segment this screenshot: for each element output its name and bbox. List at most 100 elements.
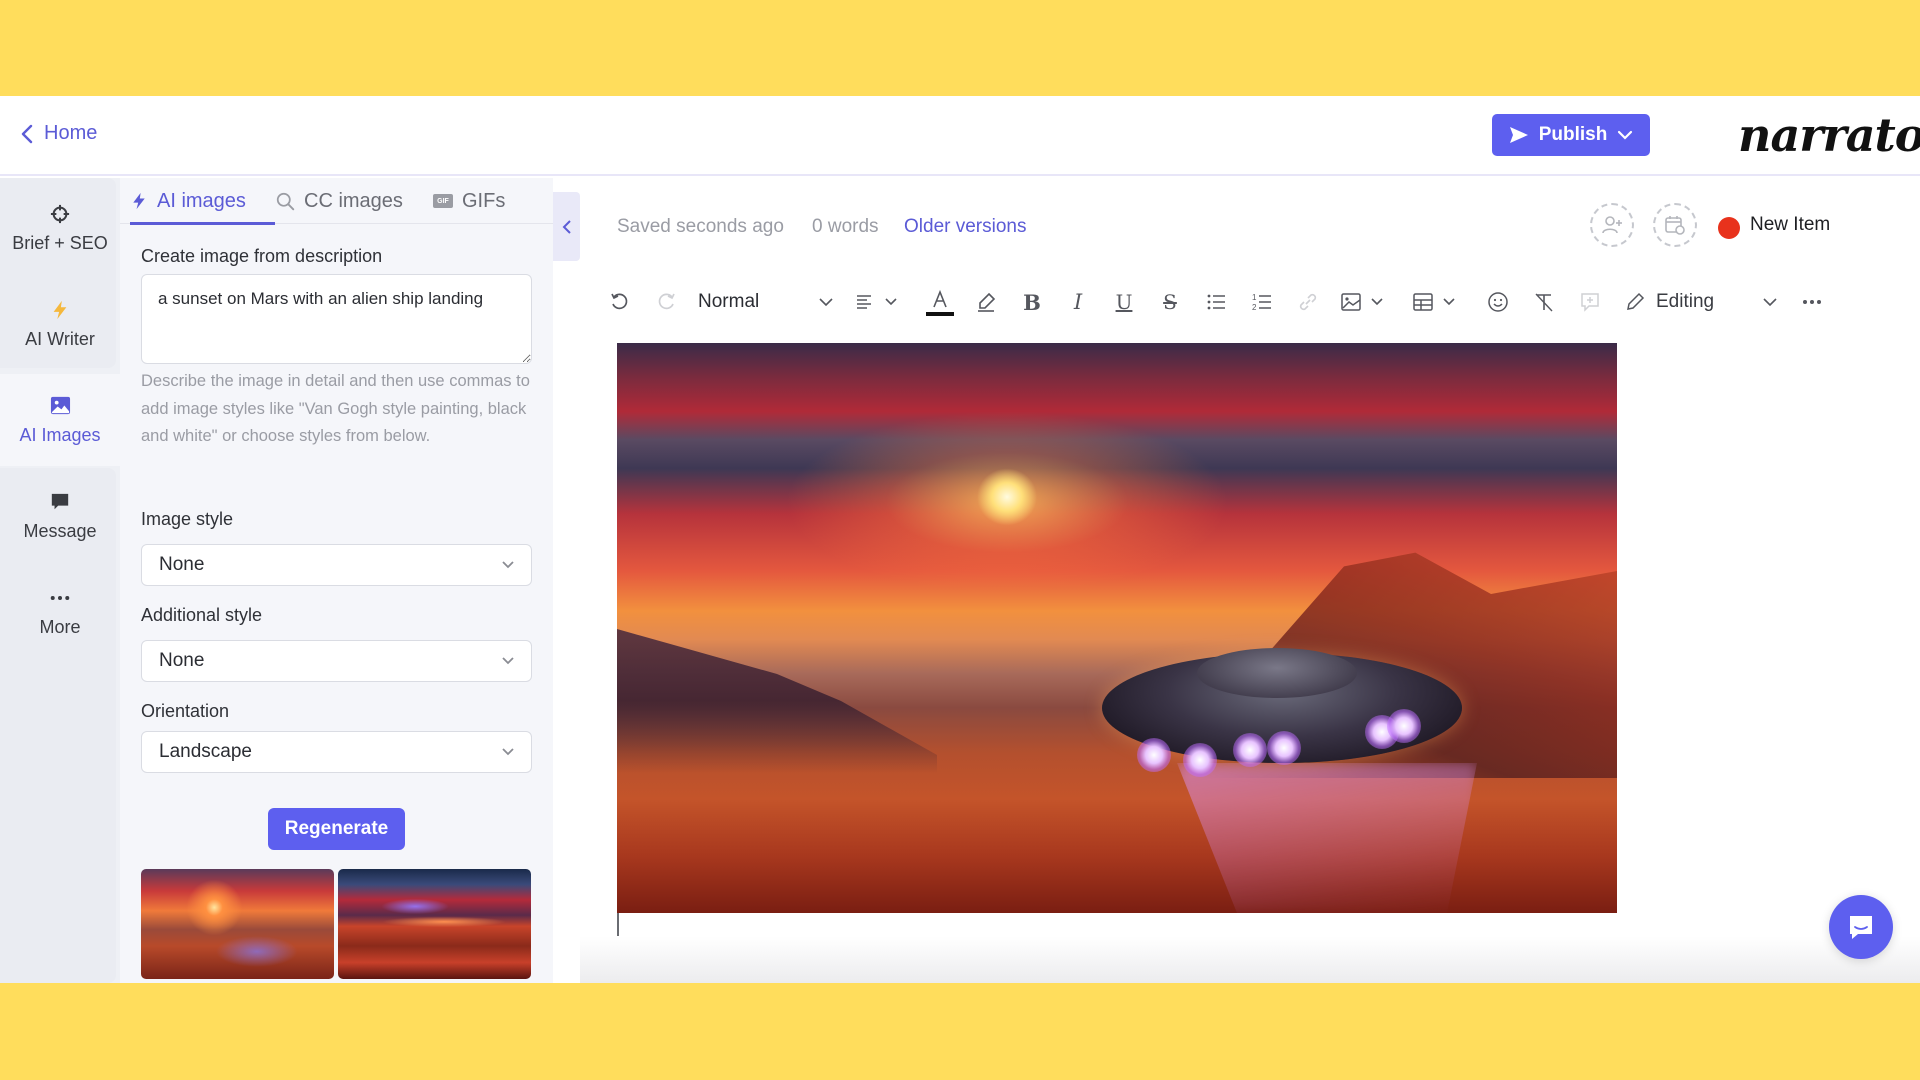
italic-button[interactable]: I <box>1064 288 1092 316</box>
chat-icon <box>1850 916 1872 939</box>
chevron-left-icon <box>562 219 571 234</box>
sidebar-item-label: Message <box>23 520 97 541</box>
text-color-swatch <box>926 311 954 316</box>
sidebar-item-more[interactable]: More <box>0 566 120 658</box>
image-style-select[interactable]: None <box>141 544 532 586</box>
regenerate-button[interactable]: Regenerate <box>268 808 405 850</box>
editor-toolbar: Normal B I U S 12 Editing <box>600 280 1840 324</box>
clear-format-button[interactable] <box>1530 288 1558 316</box>
paragraph-style-value: Normal <box>698 291 760 312</box>
image-style-label: Image style <box>141 509 234 529</box>
orientation-select[interactable]: Landscape <box>141 731 532 773</box>
top-header: Home Publish narrato <box>0 96 1920 176</box>
bullet-list-icon <box>1207 294 1225 310</box>
align-left-icon <box>857 295 871 309</box>
word-count: 0 words <box>812 216 879 237</box>
more-options-button[interactable] <box>1798 288 1826 316</box>
item-status[interactable]: New Item <box>1750 214 1830 236</box>
emoji-button[interactable] <box>1484 288 1512 316</box>
image-ufo-dome <box>1197 648 1357 698</box>
table-icon <box>1413 293 1433 311</box>
chevron-down-icon <box>1443 298 1455 306</box>
underline-button[interactable]: U <box>1110 288 1138 316</box>
italic-icon: I <box>1073 290 1083 314</box>
sidebar-item-ai-writer[interactable]: AI Writer <box>0 278 120 370</box>
insert-image-button[interactable] <box>1340 288 1384 316</box>
link-button[interactable] <box>1294 288 1322 316</box>
link-icon <box>1299 293 1317 311</box>
chevron-down-icon <box>502 561 514 569</box>
panel-tabs: AI images CC images GIF GIFs <box>120 178 553 225</box>
highlight-button[interactable] <box>972 288 1000 316</box>
inserted-ai-image[interactable] <box>617 343 1617 913</box>
numbered-list-button[interactable]: 12 <box>1248 288 1276 316</box>
add-comment-icon <box>1581 293 1599 312</box>
sidebar-item-label: Brief + SEO <box>12 232 108 253</box>
image-mountains-left <box>617 629 937 773</box>
additional-style-select[interactable]: None <box>141 640 532 682</box>
undo-button[interactable] <box>606 288 634 316</box>
orientation-label: Orientation <box>141 701 230 721</box>
calendar-clock-icon <box>1665 216 1685 235</box>
chevron-down-icon <box>502 748 514 756</box>
editor-bottom-fade <box>580 936 1920 983</box>
narrato-logo: narrato <box>1738 108 1920 162</box>
older-versions-link[interactable]: Older versions <box>904 216 1027 238</box>
chevron-down-icon <box>1618 130 1633 140</box>
undo-icon <box>611 293 628 310</box>
assign-user-button[interactable] <box>1590 203 1634 247</box>
support-chat-button[interactable] <box>1829 895 1893 959</box>
add-comment-button[interactable] <box>1576 288 1604 316</box>
sidebar-item-brief-seo[interactable]: Brief + SEO <box>0 182 120 274</box>
add-user-icon <box>1602 216 1622 234</box>
strikethrough-icon: S <box>1163 290 1177 314</box>
strikethrough-button[interactable]: S <box>1156 288 1184 316</box>
insert-table-button[interactable] <box>1412 288 1456 316</box>
image-icon <box>1341 293 1361 311</box>
crosshair-icon <box>49 203 71 225</box>
text-color-icon <box>933 289 947 307</box>
align-select[interactable] <box>854 288 898 316</box>
additional-style-label: Additional style <box>141 605 263 625</box>
message-icon <box>49 491 71 513</box>
image-thruster <box>1233 733 1267 767</box>
tab-cc-images[interactable]: CC images <box>276 178 403 224</box>
redo-icon <box>658 293 675 310</box>
home-back-link[interactable]: Home <box>20 122 97 145</box>
highlighter-icon <box>978 292 996 312</box>
send-icon <box>1509 127 1528 143</box>
generated-image-thumbnail[interactable] <box>141 869 334 979</box>
additional-style-value: None <box>159 650 205 671</box>
lightning-icon <box>49 299 71 321</box>
sidebar-item-ai-images[interactable]: AI Images <box>0 374 120 466</box>
bullet-list-button[interactable] <box>1202 288 1230 316</box>
editing-mode-value: Editing <box>1656 291 1715 312</box>
chevron-down-icon <box>502 657 514 665</box>
status-dot <box>1718 217 1740 239</box>
description-hint: Describe the image in detail and then us… <box>141 372 530 445</box>
tab-gifs[interactable]: GIF GIFs <box>433 178 505 224</box>
sidebar-item-message[interactable]: Message <box>0 470 120 562</box>
image-style-value: None <box>159 554 205 575</box>
paragraph-style-select[interactable]: Normal <box>698 288 834 316</box>
clear-format-icon <box>1535 293 1553 312</box>
tab-label: CC images <box>304 189 403 212</box>
svg-text:1: 1 <box>1252 293 1257 302</box>
description-input[interactable]: a sunset on Mars with an alien ship land… <box>141 274 532 364</box>
tab-ai-images[interactable]: AI images <box>130 178 275 225</box>
editing-mode-select[interactable]: Editing <box>1624 288 1778 316</box>
underline-icon: U <box>1115 290 1133 314</box>
generated-image-thumbnail[interactable] <box>338 869 531 979</box>
schedule-button[interactable] <box>1653 203 1697 247</box>
chevron-down-icon <box>885 298 897 306</box>
app-window: Home Publish narrato Brief + SEO AI Writ… <box>0 96 1920 983</box>
image-thruster-beams <box>1177 763 1477 913</box>
bold-icon: B <box>1023 289 1041 315</box>
image-thruster <box>1183 743 1217 777</box>
publish-button[interactable]: Publish <box>1492 114 1650 156</box>
chevron-left-icon <box>21 124 33 143</box>
redo-button[interactable] <box>652 288 680 316</box>
text-color-button[interactable] <box>926 288 954 316</box>
collapse-panel-button[interactable] <box>553 192 580 261</box>
bold-button[interactable]: B <box>1018 288 1046 316</box>
